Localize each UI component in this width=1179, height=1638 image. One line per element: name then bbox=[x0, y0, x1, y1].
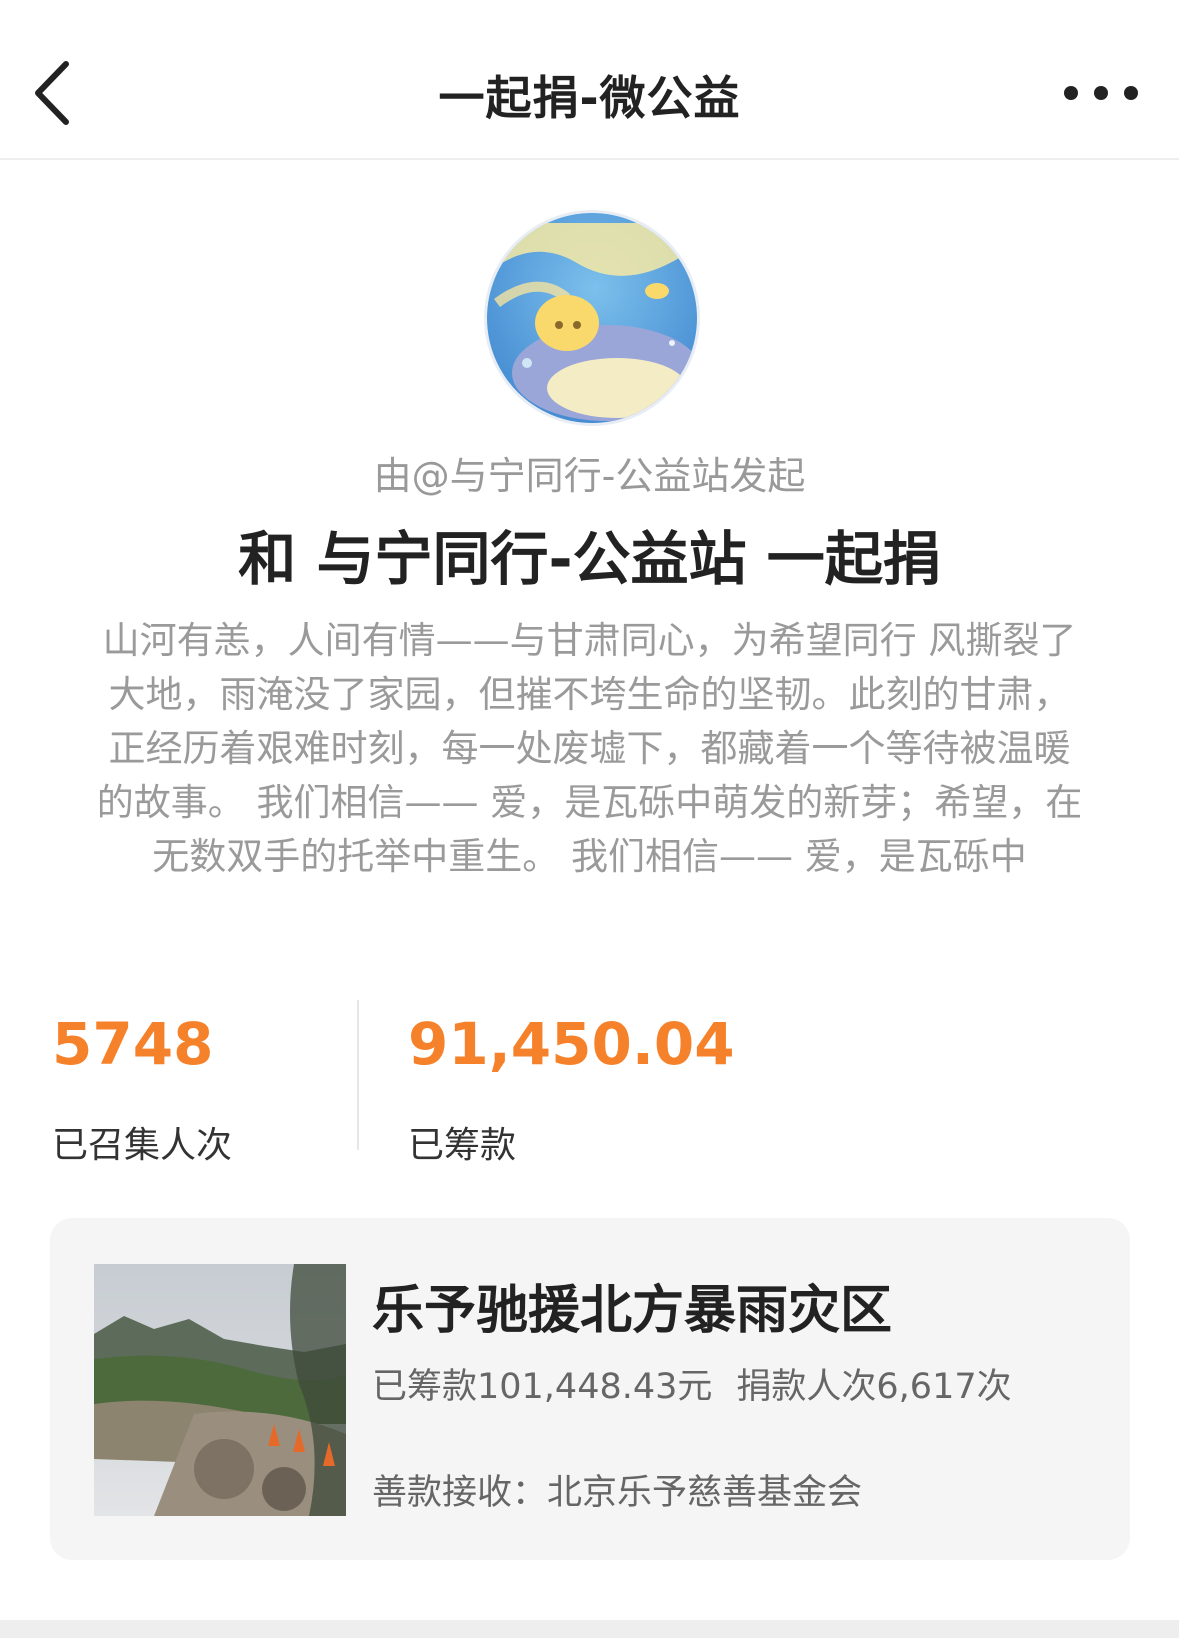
amount-label: 已筹款 bbox=[408, 1125, 517, 1166]
project-card[interactable]: 乐予驰援北方暴雨灾区 已筹款101,448.43元 捐款人次6,617次 善款接收… bbox=[50, 1218, 1130, 1560]
flood-scene-image bbox=[94, 1264, 346, 1516]
campaign-headline: 和 与宁同行-公益站 一起捐 bbox=[238, 525, 941, 593]
project-receiver: 善款接收：北京乐予慈善基金会 bbox=[372, 1473, 863, 1513]
project-thumbnail bbox=[94, 1264, 346, 1516]
project-donors: 捐款人次6,617次 bbox=[736, 1367, 1012, 1407]
avatar[interactable] bbox=[484, 210, 700, 426]
initiator-text[interactable]: 由@与宁同行-公益站发起 bbox=[0, 445, 1179, 500]
people-count: 5748 bbox=[52, 1010, 214, 1078]
people-label: 已召集人次 bbox=[52, 1125, 233, 1166]
avatar-illustration bbox=[487, 213, 697, 423]
stat-divider bbox=[357, 1000, 359, 1150]
campaign-description: 山河有恙，人间有情——与甘肃同心，为希望同行 风撕裂了大地，雨淹没了家园，但摧不… bbox=[96, 619, 1083, 878]
bottom-divider bbox=[0, 1620, 1179, 1638]
more-button[interactable] bbox=[1061, 76, 1141, 110]
project-stats: 已筹款101,448.43元 捐款人次6,617次 bbox=[372, 1358, 1012, 1409]
top-navbar: 一起捐-微公益 bbox=[0, 0, 1179, 160]
more-dots-icon bbox=[1064, 86, 1138, 100]
project-raised: 已筹款101,448.43元 bbox=[372, 1367, 713, 1407]
amount-raised: 91,450.04 bbox=[408, 1010, 735, 1078]
stat-amount: 91,450.04 已筹款 bbox=[408, 1010, 735, 1168]
stat-people: 5748 已召集人次 bbox=[52, 1010, 232, 1168]
page-title: 一起捐-微公益 bbox=[438, 71, 741, 125]
project-title: 乐予驰援北方暴雨灾区 bbox=[372, 1281, 893, 1341]
